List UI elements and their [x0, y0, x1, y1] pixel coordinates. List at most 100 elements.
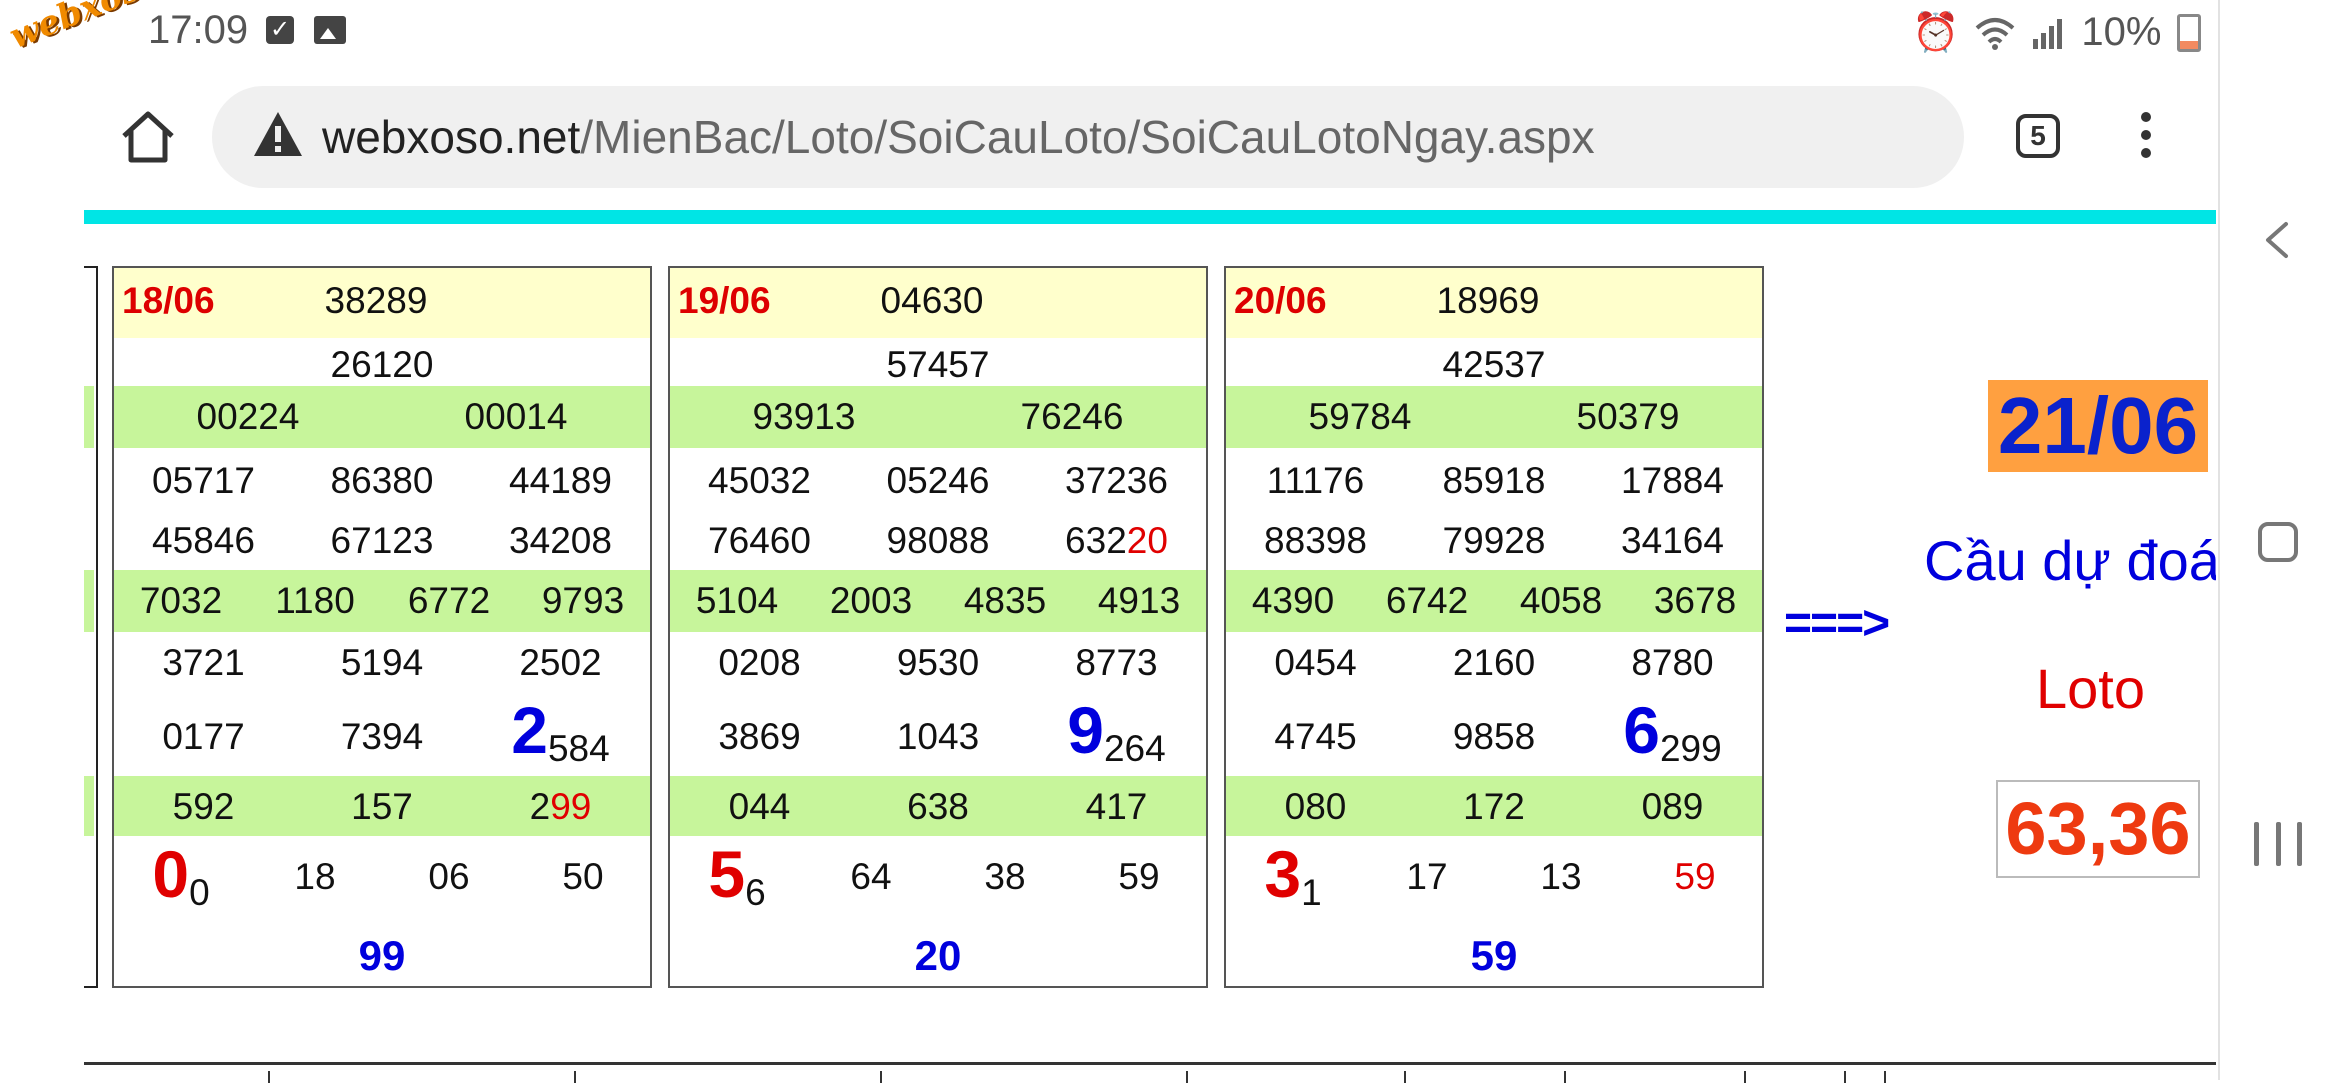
row-fifth-prize-a: 0208 9530 8773: [670, 632, 1206, 692]
row-third-prize-b: 76460 98088 63220: [670, 510, 1206, 570]
row-fourth-prize: 7032 1180 6772 9793: [114, 570, 650, 632]
prize-number-red: 59: [1674, 856, 1716, 897]
prize-number: 4390: [1251, 580, 1335, 621]
prize-number: 76246: [1020, 396, 1124, 437]
prize-number: 638: [907, 786, 969, 827]
prize-number: 59: [1118, 856, 1160, 897]
panel-date: 19/06: [678, 280, 771, 321]
nav-home-icon[interactable]: [2258, 522, 2298, 562]
prize-suffix-red: 99: [550, 786, 592, 827]
row-first-prize: 42537: [1226, 338, 1762, 386]
prize-number: 6742: [1385, 580, 1469, 621]
accent-divider: [84, 210, 2216, 224]
prize-number: 6772: [407, 580, 491, 621]
row-fifth-prize-a: 3721 5194 2502: [114, 632, 650, 692]
battery-icon: [2177, 13, 2202, 52]
previous-panel-edge: [84, 266, 98, 988]
prize-number: 1180: [275, 580, 355, 621]
url-path: /MienBac/Loto/SoiCauLoto/SoiCauLotoNgay.…: [580, 111, 1595, 163]
prize-number: 13: [1540, 856, 1582, 897]
small-digit: 1: [1301, 872, 1322, 913]
prize-number: 76460: [708, 520, 811, 561]
prize-suffix-red: 20: [1126, 520, 1168, 561]
battery-percent: 10%: [2081, 10, 2162, 54]
prize-number: 2003: [829, 580, 913, 621]
prediction-date: 21/06: [1988, 380, 2208, 472]
prize-number: 0208: [718, 642, 801, 683]
prize-number: 93913: [752, 396, 856, 437]
prediction-title: Cầu dự đoá: [1924, 529, 2216, 592]
row-fourth-prize: 5104 2003 4835 4913: [670, 570, 1206, 632]
row-second-prize: 93913 76246: [670, 386, 1206, 448]
prize-number: 38: [984, 856, 1026, 897]
home-icon[interactable]: [118, 106, 178, 166]
checkbox-notification-icon: ✓: [266, 16, 294, 44]
prize-number: 8773: [1075, 642, 1158, 683]
prize-number: 417: [1085, 786, 1148, 827]
clock: 17:09: [148, 8, 249, 52]
prize-number: 67123: [330, 520, 434, 561]
prize-number: 5194: [340, 642, 424, 683]
big-digit: 3: [1264, 837, 1302, 911]
prize-number: 11176: [1266, 460, 1365, 501]
panel-date: 20/06: [1234, 280, 1327, 321]
system-nav-bar: [2218, 0, 2340, 1080]
prize-number: 44189: [509, 460, 612, 501]
recent-apps-icon[interactable]: [2254, 822, 2302, 866]
result-panel-19-06: 19/06 04630 57457 93913 76246 45032 0524…: [668, 266, 1208, 988]
alarm-icon: ⏰: [1912, 11, 1960, 54]
row-seventh-prize: 56 64 38 59: [670, 836, 1206, 922]
row-third-prize-a: 45032 05246 37236: [670, 448, 1206, 510]
prize-number: 5104: [695, 580, 779, 621]
prize-number: 88398: [1264, 520, 1367, 561]
highlight-rest: 584: [547, 728, 610, 769]
first-prize: 26120: [330, 344, 434, 385]
row-fifth-prize-b: 0177 7394 2584: [114, 692, 650, 776]
arrow-indicator: ===>: [1784, 597, 1890, 650]
first-prize: 42537: [1442, 344, 1546, 385]
row-special: 19/06 04630: [670, 268, 1206, 338]
special-prize: 38289: [324, 280, 428, 321]
prize-number: 9858: [1452, 716, 1536, 757]
prize-number: 45032: [708, 460, 811, 501]
tab-switcher-button[interactable]: 5: [2016, 114, 2060, 158]
prize-number: 1043: [896, 716, 980, 757]
prize-number: 7394: [340, 716, 424, 757]
big-digit: 0: [152, 837, 190, 911]
row-first-prize: 57457: [670, 338, 1206, 386]
result-number: 59: [1470, 932, 1518, 979]
row-result: 59: [1226, 922, 1762, 988]
signal-icon: [2033, 18, 2063, 49]
image-notification-icon: [314, 16, 346, 44]
special-prize: 04630: [880, 280, 984, 321]
url-domain: webxoso.net: [322, 111, 581, 163]
highlighted-prize: 2584: [511, 692, 610, 769]
row-special: 18/06 38289: [114, 268, 650, 338]
row-third-prize-b: 88398 79928 34164: [1226, 510, 1762, 570]
row-fifth-prize-b: 4745 9858 6299: [1226, 692, 1762, 776]
result-panel-18-06: 18/06 38289 26120 00224 00014 05717 8638…: [112, 266, 652, 988]
warning-icon[interactable]: [252, 110, 304, 158]
prize-number: 63220: [1065, 520, 1168, 562]
more-menu-icon[interactable]: [2134, 112, 2158, 164]
status-icons: ⏰ 10%: [1912, 10, 2202, 55]
address-bar[interactable]: webxoso.net/MienBac/Loto/SoiCauLoto/SoiC…: [212, 86, 1964, 188]
row-special: 20/06 18969: [1226, 268, 1762, 338]
highlight-rest: 264: [1103, 728, 1166, 769]
url-text[interactable]: webxoso.net/MienBac/Loto/SoiCauLoto/SoiC…: [322, 110, 1595, 164]
row-result: 99: [114, 922, 650, 988]
row-seventh-prize: 00 18 06 50: [114, 836, 650, 922]
big-loto-digit: 31: [1264, 836, 1322, 913]
result-number: 99: [358, 932, 406, 979]
row-seventh-prize: 31 17 13 59: [1226, 836, 1762, 922]
row-sixth-prize: 592 157 299: [114, 776, 650, 836]
prediction-label: Loto: [2036, 657, 2145, 720]
back-icon[interactable]: [2258, 220, 2298, 260]
prize-number: 05717: [152, 460, 255, 501]
result-number: 20: [914, 932, 962, 979]
browser-toolbar: webxoso.net/MienBac/Loto/SoiCauLoto/SoiC…: [0, 68, 2216, 208]
prize-prefix: 632: [1065, 520, 1127, 561]
row-fifth-prize-a: 0454 2160 8780: [1226, 632, 1762, 692]
wifi-icon: [1976, 17, 2015, 50]
prize-number: 4913: [1097, 580, 1181, 621]
